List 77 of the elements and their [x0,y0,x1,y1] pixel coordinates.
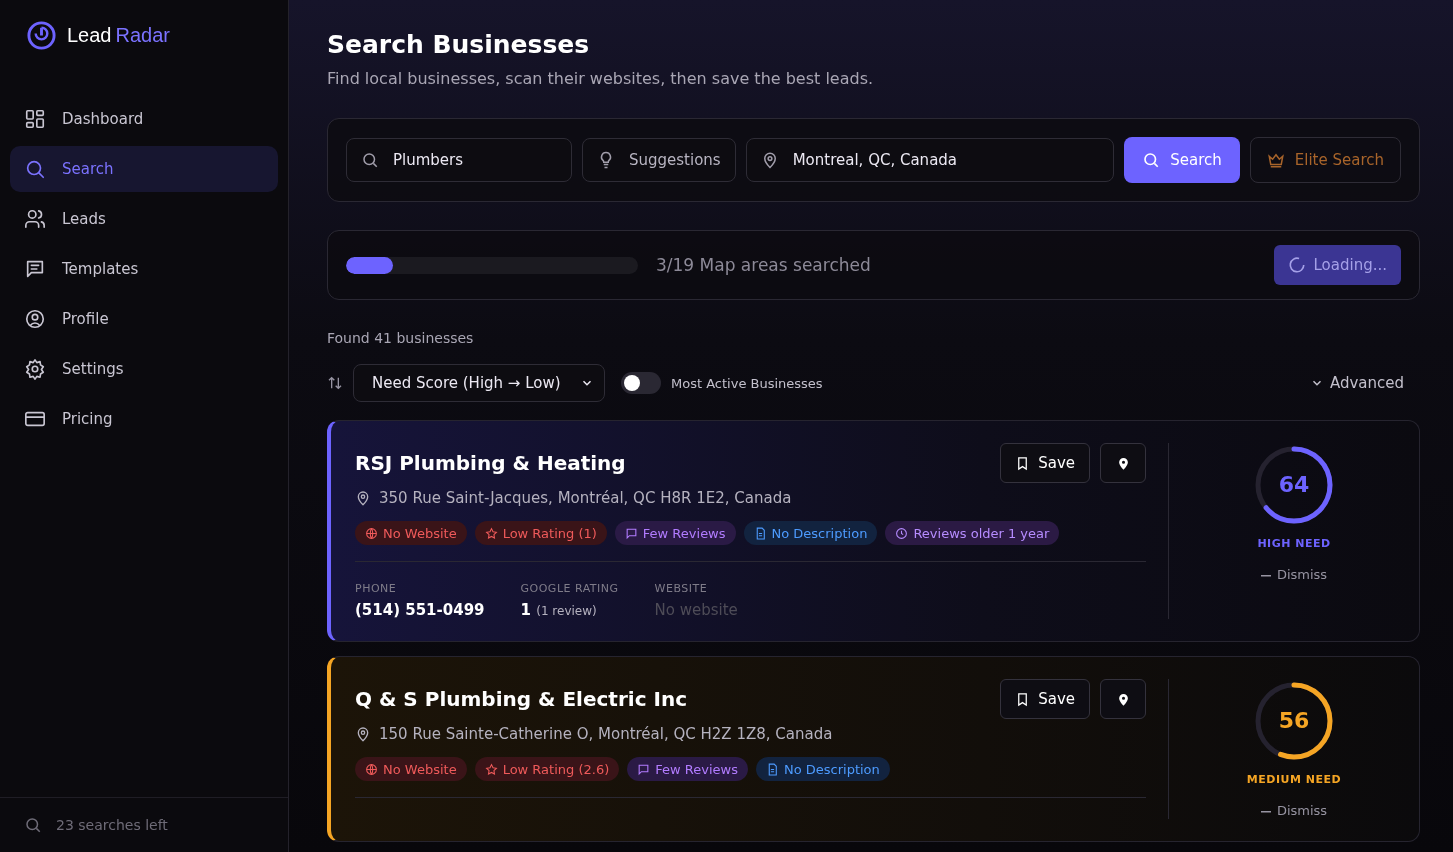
pin-icon [355,726,371,742]
grid-icon [24,108,46,130]
sidebar-item[interactable]: Settings [10,346,278,392]
need-label: HIGH NEED [1257,537,1331,550]
issue-tag: No Website [355,521,467,545]
save-button[interactable]: Save [1000,679,1090,719]
chat-icon [637,762,651,776]
search-icon [361,151,379,169]
issue-tag: Low Rating (1) [474,521,607,545]
progress-text: 3/19 Map areas searched [656,255,872,275]
minus-icon [1260,574,1271,577]
elite-search-button[interactable]: Elite Search [1249,137,1401,183]
search-button[interactable]: Search [1124,137,1240,183]
sort-dropdown[interactable]: Need Score (High → Low) [353,364,605,402]
globe-icon [365,762,378,776]
sidebar-item[interactable]: Templates [10,246,278,292]
need-score: 56 [1278,710,1310,732]
search-icon [24,816,42,834]
radar-logo-icon [26,19,57,51]
issue-tag: No Website [355,757,467,781]
star-icon [484,762,498,776]
issue-tag: No Description [755,757,890,781]
users-icon [24,208,46,230]
spinner-icon [1287,256,1306,274]
toggle-switch[interactable] [621,372,661,394]
brand-name: Lead [67,23,112,47]
business-name: Q & S Plumbing & Electric Inc [355,687,688,711]
map-pin-button[interactable] [1100,443,1146,483]
toggle-label: Most Active Businesses [671,375,823,391]
need-label: MEDIUM NEED [1246,773,1342,786]
brand-name-accent: Radar [115,23,170,47]
gear-icon [24,358,46,380]
searches-left-text: 23 searches left [56,817,168,833]
issue-tag: Reviews older 1 year [885,521,1060,545]
keyword-field[interactable]: Plumbers [346,138,572,182]
minus-icon [1260,810,1271,813]
detail-label: PHONE [355,582,398,595]
sidebar-item[interactable]: Pricing [10,396,278,442]
crown-icon [1266,151,1285,169]
sidebar-item[interactable]: Profile [10,296,278,342]
need-score: 64 [1278,474,1310,496]
clock-icon [895,526,909,540]
star-icon [484,526,498,540]
rating-value: 1 (1 review) [520,601,598,619]
detail-label: WEBSITE [654,582,709,595]
issue-tag: No Description [743,521,878,545]
issue-tag: Few Reviews [627,757,748,781]
globe-icon [365,526,378,540]
advanced-button[interactable]: Advanced [1303,373,1410,393]
pin-icon [355,490,371,506]
save-button[interactable]: Save [1000,443,1090,483]
map-pin-button[interactable] [1100,679,1146,719]
issue-tag: Few Reviews [614,521,736,545]
results-count: Found 41 businesses [327,330,475,346]
detail-label: GOOGLE RATING [520,582,619,595]
sidebar-item[interactable]: Search [10,146,278,192]
business-address: 150 Rue Sainte-Catherine O, Montréal, QC H2Z 1Z8, Canada [379,725,833,743]
website-value: No website [654,601,738,619]
search-icon [1142,151,1161,169]
business-address: 350 Rue Saint-Jacques, Montréal, QC H8R 1E2, Canada [379,489,792,507]
sidebar-item[interactable]: Leads [10,196,278,242]
dismiss-button[interactable]: Dismiss [1254,566,1334,583]
location-field[interactable]: Montreal, QC, Canada [745,138,1115,182]
search-icon [24,158,46,180]
phone-number: (514) 551-0499 [355,601,485,619]
dismiss-button[interactable]: Dismiss [1254,802,1334,819]
sort-arrows-icon [327,375,343,391]
user-circle-icon [24,308,46,330]
loading-button[interactable]: Loading... [1273,245,1401,285]
suggestions-button[interactable]: Suggestions [582,138,736,182]
sidebar-item[interactable]: Dashboard [10,96,278,142]
chat-icon [24,258,46,280]
page-title: Search Businesses [327,30,591,59]
chat-icon [624,526,638,540]
page-subtitle: Find local businesses, scan their websites, then save the best leads. [327,69,875,88]
business-name: RSJ Plumbing & Heating [355,451,627,475]
issue-tag: Low Rating (2.6) [474,757,620,781]
